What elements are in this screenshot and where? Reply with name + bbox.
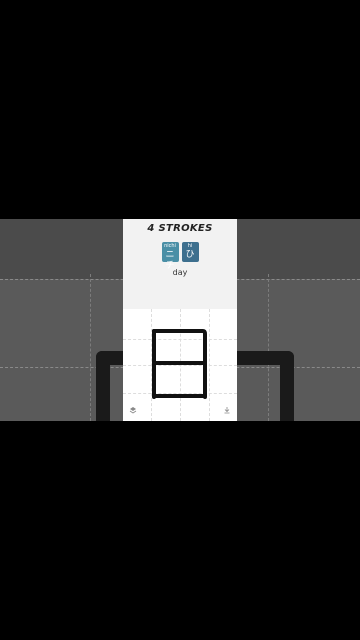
readings: nichi ニチ hi ひ	[123, 242, 237, 271]
on-reading-romaji: nichi	[164, 243, 176, 249]
kanji-card: 4 STROKES nichi ニチ hi ひ day	[123, 219, 237, 421]
kun-reading-kana: ひ	[185, 250, 195, 260]
drawing-canvas[interactable]	[123, 309, 237, 421]
meaning-text: day	[172, 268, 188, 277]
video-frame: 4 STROKES nichi ニチ hi ひ day	[0, 219, 360, 421]
kun-reading-chip: hi ひ	[181, 242, 199, 262]
card-header: 4 STROKES nichi ニチ hi ひ day	[123, 219, 237, 309]
layers-icon[interactable]	[129, 406, 137, 416]
stroke-count-title: 4 STROKES	[147, 223, 213, 234]
download-icon[interactable]	[223, 406, 231, 416]
kun-reading-romaji: hi	[187, 243, 193, 249]
on-reading-chip: nichi ニチ	[161, 242, 179, 271]
kanji-glyph	[152, 329, 207, 399]
